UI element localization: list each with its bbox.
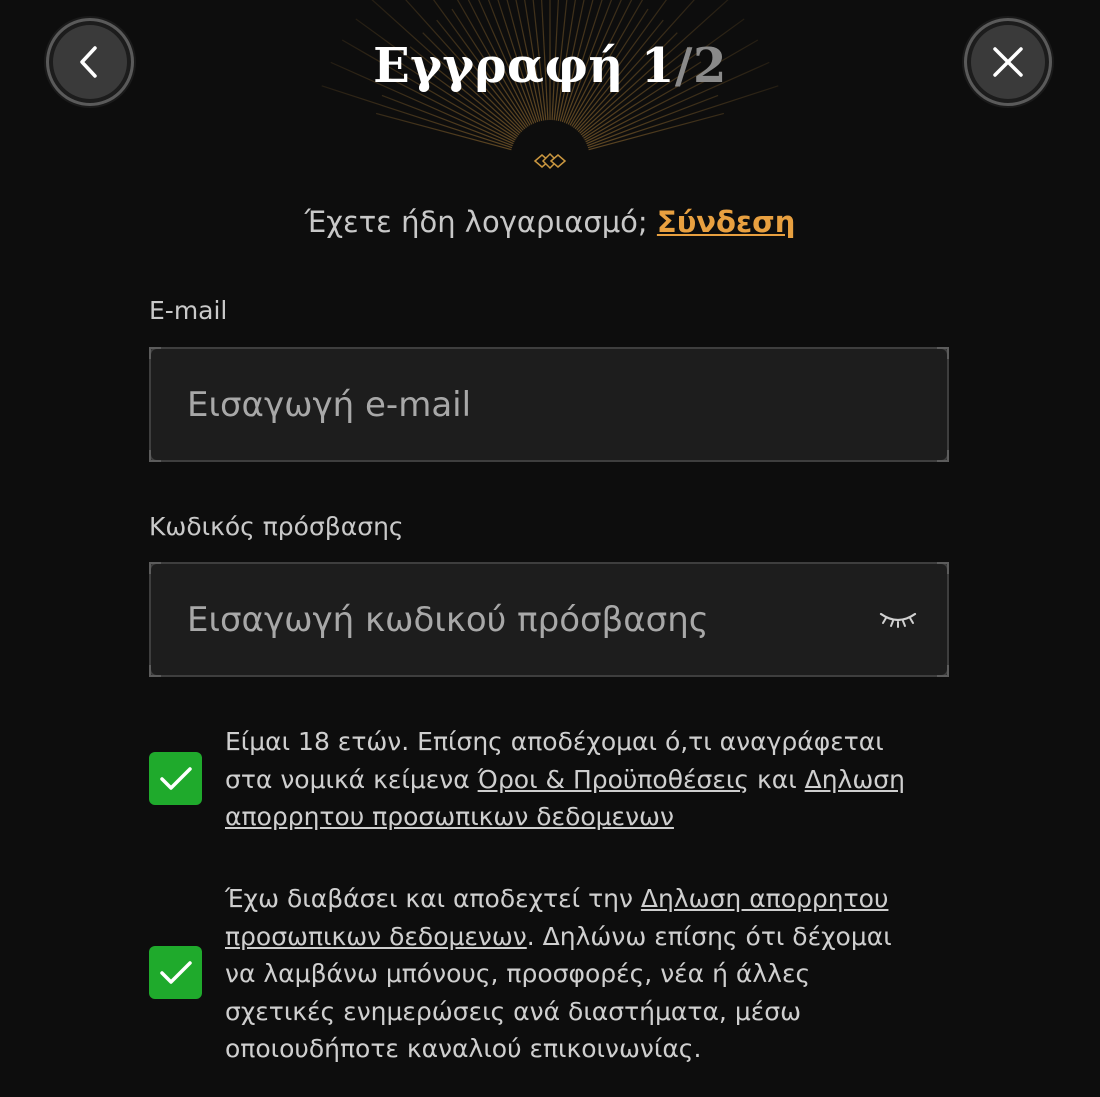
step-total: 2 xyxy=(692,38,727,94)
login-prompt-text: Έχετε ήδη λογαριασμό; xyxy=(304,205,657,239)
terms-link[interactable]: Όροι & Προϋποθέσεις xyxy=(478,765,749,794)
corner-ornament xyxy=(149,665,161,677)
consent-text: Έχω διαβάσει και αποδεχτεί την xyxy=(225,884,641,913)
corner-ornament xyxy=(149,562,161,574)
checkmark-icon xyxy=(159,960,192,984)
corner-ornament xyxy=(937,450,949,462)
ornament-divider xyxy=(150,152,950,170)
step-separator: / xyxy=(674,38,693,94)
header: Εγγραφή 1/2 xyxy=(0,0,1100,180)
age-terms-checkbox[interactable] xyxy=(149,752,202,805)
step-current: 1 xyxy=(641,38,675,94)
checkmark-icon xyxy=(159,766,192,790)
password-input[interactable] xyxy=(185,598,829,641)
password-label: Κωδικός πρόσβασης xyxy=(149,512,404,541)
corner-ornament xyxy=(937,665,949,677)
email-label: E-mail xyxy=(149,296,228,325)
email-input[interactable] xyxy=(185,383,829,426)
corner-ornament xyxy=(149,347,161,359)
age-terms-consent-text: Είμαι 18 ετών. Επίσης αποδέχομαι ό,τι αν… xyxy=(225,723,925,836)
page-title: Εγγραφή 1/2 xyxy=(0,38,1100,94)
close-icon xyxy=(993,47,1023,77)
marketing-consent-text: Έχω διαβάσει και αποδεχτεί την Δηλωση απ… xyxy=(225,880,925,1068)
login-prompt: Έχετε ήδη λογαριασμό; Σύνδεση xyxy=(0,205,1100,239)
corner-ornament xyxy=(937,347,949,359)
login-link[interactable]: Σύνδεση xyxy=(657,205,795,239)
close-button[interactable] xyxy=(964,18,1052,106)
email-field-box xyxy=(149,347,949,462)
title-text: Εγγραφή xyxy=(373,38,624,94)
password-field-box xyxy=(149,562,949,677)
corner-ornament xyxy=(937,562,949,574)
marketing-consent-checkbox[interactable] xyxy=(149,946,202,999)
corner-ornament xyxy=(149,450,161,462)
eye-closed-icon[interactable] xyxy=(879,610,917,630)
consent-text: και xyxy=(749,764,805,794)
